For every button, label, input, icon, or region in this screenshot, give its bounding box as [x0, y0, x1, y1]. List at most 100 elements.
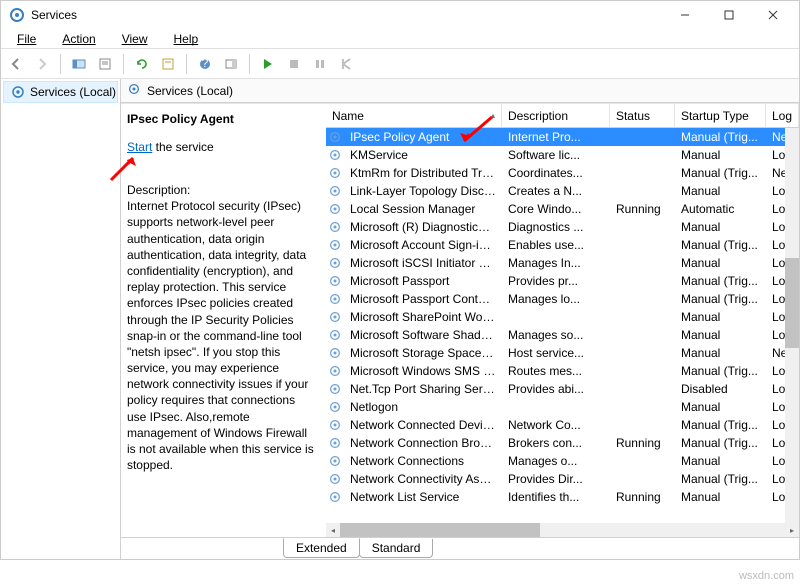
gear-icon [326, 400, 344, 414]
table-row[interactable]: Local Session ManagerCore Windo...Runnin… [326, 200, 799, 218]
table-row[interactable]: KMServiceSoftware lic...ManualLoc [326, 146, 799, 164]
start-service-link[interactable]: Start [127, 140, 152, 154]
table-row[interactable]: Link-Layer Topology Discov...Creates a N… [326, 182, 799, 200]
svg-text:?: ? [202, 57, 209, 70]
col-name[interactable]: Name▴ [326, 104, 502, 127]
gear-icon [326, 220, 344, 234]
close-button[interactable] [751, 1, 795, 29]
cell-status: Running [610, 436, 675, 450]
cell-name: KMService [344, 148, 502, 162]
col-description[interactable]: Description [502, 104, 610, 127]
right-pane-title: Services (Local) [121, 79, 799, 103]
tree-root-services-local[interactable]: Services (Local) [3, 81, 118, 103]
cell-startup: Manual (Trig... [675, 472, 766, 486]
table-row[interactable]: Microsoft PassportProvides pr...Manual (… [326, 272, 799, 290]
hide-action-pane[interactable] [220, 53, 242, 75]
cell-description: Software lic... [502, 148, 610, 162]
table-row[interactable]: NetlogonManualLoc [326, 398, 799, 416]
title-bar: Services [1, 1, 799, 29]
cell-startup: Manual [675, 310, 766, 324]
cell-name: Microsoft SharePoint Works... [344, 310, 502, 324]
cell-startup: Manual [675, 256, 766, 270]
gear-icon [326, 292, 344, 306]
cell-name: Microsoft Storage Spaces S... [344, 346, 502, 360]
pause-service-button[interactable] [309, 53, 331, 75]
restart-service-button[interactable] [335, 53, 357, 75]
table-row[interactable]: Microsoft Software Shadow...Manages so..… [326, 326, 799, 344]
help-button[interactable]: ? [194, 53, 216, 75]
cell-description: Diagnostics ... [502, 220, 610, 234]
description-label: Description: [127, 182, 316, 198]
table-row[interactable]: Network Connection BrokerBrokers con...R… [326, 434, 799, 452]
tab-extended[interactable]: Extended [283, 538, 360, 558]
stop-service-button[interactable] [283, 53, 305, 75]
tab-standard[interactable]: Standard [359, 539, 434, 558]
table-row[interactable]: Net.Tcp Port Sharing ServiceProvides abi… [326, 380, 799, 398]
cell-startup: Manual (Trig... [675, 364, 766, 378]
cell-description: Core Windo... [502, 202, 610, 216]
cell-description: Coordinates... [502, 166, 610, 180]
cell-startup: Manual (Trig... [675, 166, 766, 180]
nav-forward-button[interactable] [31, 53, 53, 75]
gear-icon [326, 472, 344, 486]
cell-description: Brokers con... [502, 436, 610, 450]
table-row[interactable]: Microsoft Account Sign-in ...Enables use… [326, 236, 799, 254]
table-row[interactable]: Microsoft SharePoint Works...ManualLoc [326, 308, 799, 326]
table-row[interactable]: Microsoft Storage Spaces S...Host servic… [326, 344, 799, 362]
table-row[interactable]: Network Connected Device...Network Co...… [326, 416, 799, 434]
menu-file[interactable]: File [5, 32, 48, 46]
sort-asc-icon: ▴ [491, 111, 495, 120]
gear-icon [326, 238, 344, 252]
gear-icon [326, 346, 344, 360]
menu-action[interactable]: Action [50, 32, 107, 46]
menu-view[interactable]: View [110, 32, 160, 46]
col-logon-as[interactable]: Log [766, 104, 799, 127]
cell-description: Manages so... [502, 328, 610, 342]
table-row[interactable]: KtmRm for Distributed Tran...Coordinates… [326, 164, 799, 182]
table-row[interactable]: IPsec Policy AgentInternet Pro...Manual … [326, 128, 799, 146]
menu-bar: File Action View Help [1, 29, 799, 49]
cell-startup: Disabled [675, 382, 766, 396]
maximize-button[interactable] [707, 1, 751, 29]
cell-startup: Manual [675, 220, 766, 234]
table-row[interactable]: Network List ServiceIdentifies th...Runn… [326, 488, 799, 506]
start-service-button[interactable] [257, 53, 279, 75]
table-row[interactable]: Microsoft iSCSI Initiator Ser...Manages … [326, 254, 799, 272]
cell-name: Microsoft Software Shadow... [344, 328, 502, 342]
cell-name: Microsoft (R) Diagnostics H... [344, 220, 502, 234]
cell-startup: Manual [675, 490, 766, 504]
table-row[interactable]: Microsoft (R) Diagnostics H...Diagnostic… [326, 218, 799, 236]
properties-button[interactable] [157, 53, 179, 75]
cell-name: Net.Tcp Port Sharing Service [344, 382, 502, 396]
cell-startup: Manual (Trig... [675, 130, 766, 144]
refresh-button[interactable] [131, 53, 153, 75]
tree-root-label: Services (Local) [30, 85, 116, 99]
menu-help[interactable]: Help [162, 32, 211, 46]
scrollbar-thumb[interactable] [785, 258, 799, 348]
table-row[interactable]: Microsoft Passport ContainerManages lo..… [326, 290, 799, 308]
table-row[interactable]: Network ConnectionsManages o...ManualLoc [326, 452, 799, 470]
scroll-left-icon[interactable]: ◂ [326, 523, 340, 537]
scroll-right-icon[interactable]: ▸ [785, 523, 799, 537]
table-row[interactable]: Microsoft Windows SMS Ro...Routes mes...… [326, 362, 799, 380]
nav-back-button[interactable] [5, 53, 27, 75]
table-row[interactable]: Network Connectivity Assis...Provides Di… [326, 470, 799, 488]
gear-icon [326, 454, 344, 468]
gear-icon [326, 166, 344, 180]
col-status[interactable]: Status [610, 104, 675, 127]
cell-description: Routes mes... [502, 364, 610, 378]
cell-name: Network List Service [344, 490, 502, 504]
col-startup-type[interactable]: Startup Type [675, 104, 766, 127]
vertical-scrollbar[interactable] [785, 128, 799, 523]
minimize-button[interactable] [663, 1, 707, 29]
cell-description: Manages lo... [502, 292, 610, 306]
gear-icon [326, 436, 344, 450]
export-list-button[interactable] [94, 53, 116, 75]
cell-startup: Manual [675, 184, 766, 198]
cell-status: Running [610, 202, 675, 216]
cell-description: Provides abi... [502, 382, 610, 396]
show-hide-pane-button[interactable] [68, 53, 90, 75]
horizontal-scrollbar[interactable]: ◂ ▸ [326, 523, 799, 537]
cell-description: Enables use... [502, 238, 610, 252]
cell-description: Network Co... [502, 418, 610, 432]
